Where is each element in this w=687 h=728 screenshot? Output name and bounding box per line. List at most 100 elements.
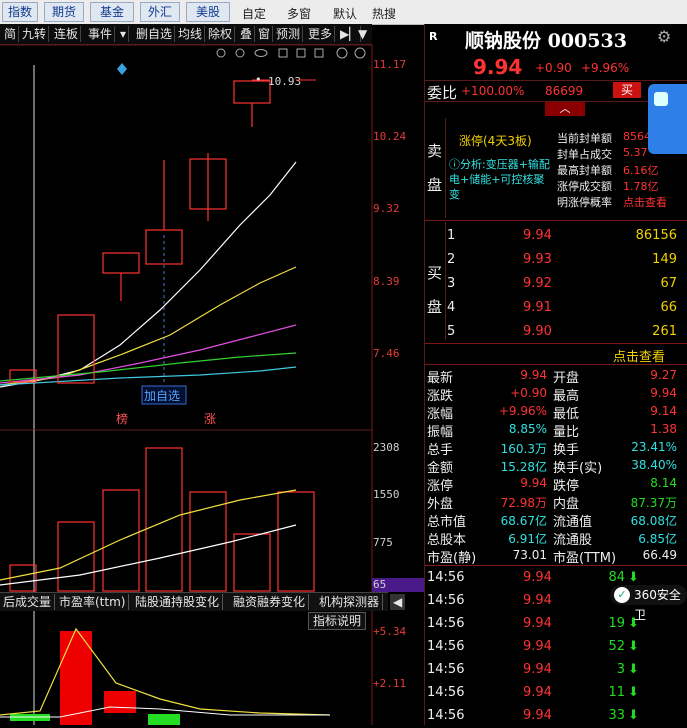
limit-k-2: 最高封单额 xyxy=(557,164,612,177)
tick-row: 14:56 9.94 3 ⬇ xyxy=(425,660,687,682)
tool-more[interactable]: 更多 xyxy=(306,26,336,42)
stat-row: 振幅 8.85% 量比 1.38 xyxy=(425,420,687,440)
tab-futures[interactable]: 期货 xyxy=(44,2,84,22)
indicator-help-button[interactable]: 指标说明 xyxy=(308,612,367,630)
stat-value: 160.3万 xyxy=(500,442,547,456)
bid-row-4[interactable]: 4 9.91 66 xyxy=(425,300,687,323)
tool-overlay[interactable]: 叠 xyxy=(238,26,256,42)
stat-value: +9.96% xyxy=(498,404,547,418)
marker-limit: 涨 xyxy=(204,411,216,426)
stock-title: 顺钠股份 000533 xyxy=(465,30,627,52)
chart-icons xyxy=(216,47,366,59)
tool-events[interactable]: 事件 xyxy=(86,26,116,42)
tab-index[interactable]: 指数 xyxy=(2,2,38,22)
tick-time: 14:56 xyxy=(427,616,465,631)
tick-volume: 3 xyxy=(616,662,625,677)
tick-row: 14:56 9.94 52 ⬇ xyxy=(425,637,687,659)
vol-label-bottom: 65 xyxy=(373,578,387,591)
tick-volume: 19 xyxy=(608,616,625,631)
tick-price: 9.94 xyxy=(523,685,552,700)
tool-window[interactable]: 窗 xyxy=(256,26,274,42)
price-label-1: 11.17 xyxy=(373,58,407,71)
tool-nine-turn[interactable]: 九转 xyxy=(20,26,50,42)
tick-time: 14:56 xyxy=(427,593,465,608)
stat-value: 9.94 xyxy=(520,368,547,382)
stat-value: 73.01 xyxy=(512,548,547,562)
limit-v-2: 6.16亿 xyxy=(623,164,659,177)
stat-value: +0.90 xyxy=(510,386,547,400)
tool-dropdown[interactable]: ▾ xyxy=(118,26,130,42)
stat-row: 最新 9.94 开盘 9.27 xyxy=(425,366,687,386)
add-watch-button[interactable]: 加自选 xyxy=(144,389,180,403)
stat-value: 8.14 xyxy=(650,476,677,490)
weibi-count: 86699 xyxy=(545,84,584,98)
tick-price: 9.94 xyxy=(523,639,552,654)
security-badge[interactable]: ✓ 360安全卫 xyxy=(610,585,687,622)
side-popup-panel[interactable] xyxy=(648,84,687,154)
tab-scroll-left-icon[interactable]: ◀ xyxy=(390,594,406,610)
tab-northbound[interactable]: 陆股通持股变化 xyxy=(132,594,224,610)
stat-value: 9.27 xyxy=(650,368,677,382)
chart-toolbar: 简 九转 连板 事件 ▾ 删自选 均线 除权 叠 窗 预测 更多 ▶▏ ▼ xyxy=(0,24,372,45)
stat-row: 涨幅 +9.96% 最低 9.14 xyxy=(425,402,687,422)
tick-volume: 33 xyxy=(608,708,625,723)
tick-price: 9.94 xyxy=(523,616,552,631)
tool-forecast[interactable]: 预测 xyxy=(274,26,304,42)
stat-row: 涨停 9.94 跌停 8.14 xyxy=(425,474,687,494)
tick-volume: 52 xyxy=(608,639,625,654)
diamond-marker xyxy=(117,63,127,75)
tick-row: 14:56 9.94 19 ⬇ xyxy=(425,614,687,636)
indicator-tabbar: 后成交量 市盈率(ttm) 陆股通持股变化 融资融券变化 机构探测器 ◀ xyxy=(0,592,406,611)
bid-row-3[interactable]: 3 9.92 67 xyxy=(425,276,687,299)
tab-pe-ttm[interactable]: 市盈率(ttm) xyxy=(56,594,130,610)
weibi-label: 委比 xyxy=(427,84,458,102)
default-link[interactable]: 默认 xyxy=(333,5,357,22)
tool-limit-board[interactable]: 连板 xyxy=(52,26,82,42)
limit-k-1: 封单占成交 xyxy=(557,148,612,161)
kline-chart[interactable]: • 10.93 加自选 榜 涨 xyxy=(0,45,424,452)
ind-label-2: +2.11 xyxy=(373,677,407,690)
stat-value: 72.98万 xyxy=(500,496,547,510)
limit-v-1: 5.37 xyxy=(623,146,648,159)
arrow-down-icon: ⬇ xyxy=(628,685,639,700)
stat-value: 1.38 xyxy=(650,422,677,436)
stat-row: 总股本 6.91亿 流通股 6.85亿 xyxy=(425,528,687,548)
tick-time: 14:56 xyxy=(427,662,465,677)
view-details-link[interactable]: 点击查看 xyxy=(613,346,665,365)
bid-row-1[interactable]: 1 9.94 86156 xyxy=(425,228,687,251)
stat-value: 15.28亿 xyxy=(500,460,547,474)
tool-exright[interactable]: 除权 xyxy=(206,26,236,42)
tick-time: 14:56 xyxy=(427,639,465,654)
ind-label-1: +5.34 xyxy=(373,625,407,638)
stat-row: 外盘 72.98万 内盘 87.37万 xyxy=(425,492,687,512)
price-change: +0.90 xyxy=(535,61,572,75)
tab-margin[interactable]: 融资融券变化 xyxy=(230,594,310,610)
tool-ma[interactable]: 均线 xyxy=(176,26,206,42)
tab-institution[interactable]: 机构探测器 xyxy=(316,594,384,610)
vol-label-3: 775 xyxy=(373,536,393,549)
volume-chart[interactable] xyxy=(0,430,424,592)
buy-button[interactable]: 买 xyxy=(613,82,641,98)
tab-volume[interactable]: 后成交量 xyxy=(0,594,56,610)
tool-remove-watch[interactable]: 删自选 xyxy=(134,26,176,42)
multi-window-link[interactable]: 多窗 xyxy=(287,5,311,22)
bid-row-2[interactable]: 2 9.93 149 xyxy=(425,252,687,275)
tab-forex[interactable]: 外汇 xyxy=(140,2,180,22)
sell-side-label: 卖盘 xyxy=(427,142,443,194)
tick-volume: 11 xyxy=(608,685,625,700)
price-label-4: 8.39 xyxy=(373,275,400,288)
limit-prob-link[interactable]: 点击查看 xyxy=(623,194,667,210)
chevron-up-icon[interactable]: ︿ xyxy=(545,102,585,116)
custom-link[interactable]: 自定 xyxy=(242,5,266,22)
stat-value: 38.40% xyxy=(631,458,677,472)
arrow-down-icon: ⬇ xyxy=(628,662,639,677)
stat-value: 68.08亿 xyxy=(630,514,677,528)
tab-us-stocks[interactable]: 美股 xyxy=(186,2,230,22)
tab-funds[interactable]: 基金 xyxy=(90,2,134,22)
gear-icon[interactable]: ⚙ xyxy=(657,27,671,46)
hot-search-link[interactable]: 热搜 xyxy=(372,5,396,22)
price-label-2: 10.24 xyxy=(373,130,407,143)
tick-price: 9.94 xyxy=(523,593,552,608)
chevron-down-icon[interactable]: ▼ xyxy=(356,26,369,42)
tool-simple[interactable]: 简 xyxy=(2,26,20,42)
